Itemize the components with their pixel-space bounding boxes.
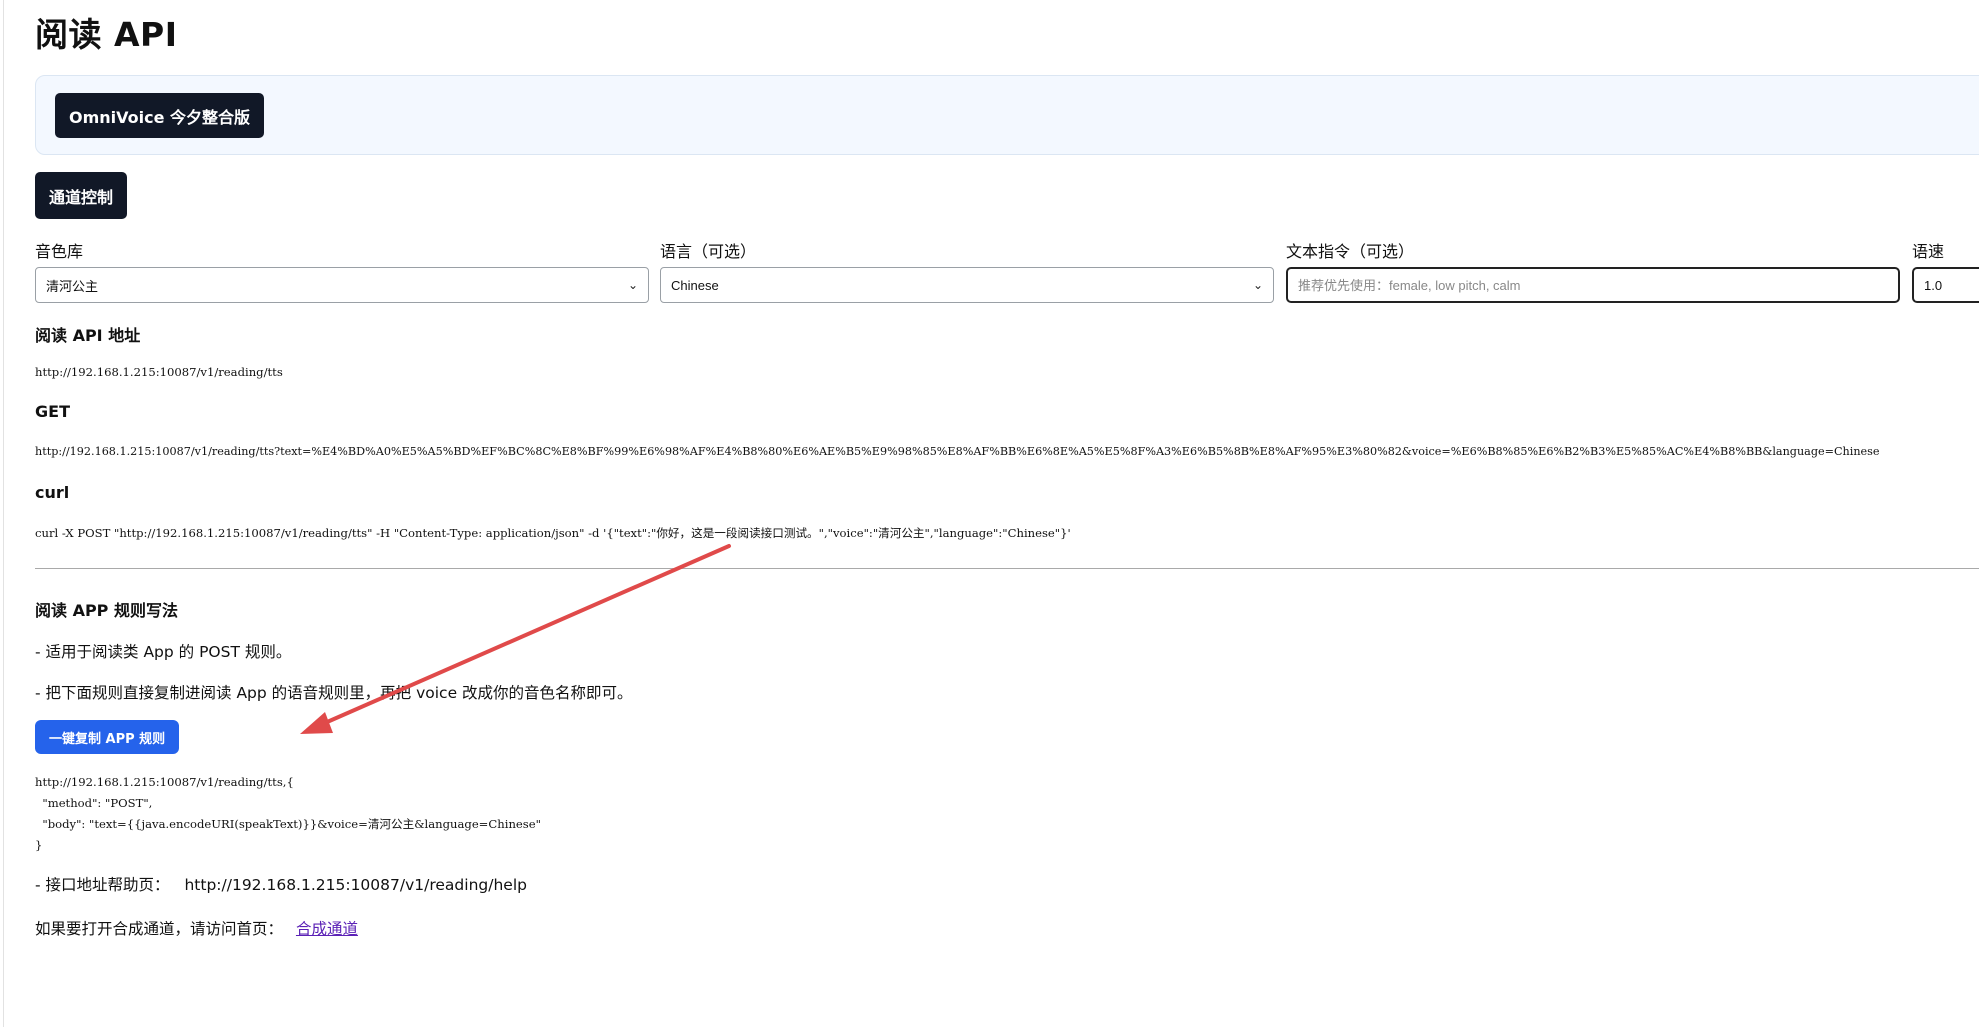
- instruction-label: 文本指令（可选）: [1286, 242, 1415, 261]
- brand-panel: OmniVoice 今夕整合版: [35, 75, 1979, 155]
- api-address-url: http://192.168.1.215:10087/v1/reading/tt…: [35, 365, 283, 379]
- instruction-input[interactable]: [1286, 267, 1900, 303]
- language-select[interactable]: Chinese ⌄: [660, 267, 1274, 303]
- page-title: 阅读 API: [35, 15, 178, 54]
- brand-button[interactable]: OmniVoice 今夕整合版: [55, 93, 265, 138]
- chevron-down-icon: ⌄: [627, 278, 638, 292]
- channel-control-button[interactable]: 通道控制: [35, 172, 128, 219]
- app-rules-line-2: - 把下面规则直接复制进阅读 App 的语音规则里，再把 voice 改成你的音…: [35, 684, 633, 702]
- rule-line: "method": "POST",: [35, 796, 153, 810]
- app-rules-line-1: - 适用于阅读类 App 的 POST 规则。: [35, 643, 292, 661]
- app-rules-heading: 阅读 APP 规则写法: [35, 601, 178, 620]
- language-label: 语言（可选）: [660, 242, 757, 261]
- arrow-head: [300, 712, 333, 734]
- footer-line: 如果要打开合成通道，请访问首页： 合成通道: [35, 917, 358, 939]
- help-page-label: - 接口地址帮助页：: [35, 876, 170, 894]
- rule-line: "body": "text={{java.encodeURI(speakText…: [35, 817, 541, 831]
- help-page-line: - 接口地址帮助页： http://192.168.1.215:10087/v1…: [35, 873, 527, 895]
- app-rule-code: http://192.168.1.215:10087/v1/reading/tt…: [35, 772, 541, 856]
- language-value: Chinese: [671, 277, 719, 293]
- get-heading: GET: [35, 402, 70, 421]
- rule-line: http://192.168.1.215:10087/v1/reading/tt…: [35, 775, 294, 789]
- chevron-down-icon: ⌄: [1252, 278, 1263, 292]
- voice-library-value: 清河公主: [46, 278, 99, 294]
- voice-library-label: 音色库: [35, 242, 84, 261]
- speed-input[interactable]: [1912, 267, 1979, 303]
- copy-app-rules-button[interactable]: 一键复制 APP 规则: [35, 720, 180, 754]
- api-address-heading: 阅读 API 地址: [35, 326, 141, 345]
- section-divider: [35, 568, 1979, 569]
- curl-heading: curl: [35, 483, 70, 502]
- speed-label: 语速: [1912, 242, 1945, 261]
- synthesis-channel-link[interactable]: 合成通道: [296, 920, 358, 938]
- get-url: http://192.168.1.215:10087/v1/reading/tt…: [35, 445, 1880, 458]
- footer-text: 如果要打开合成通道，请访问首页：: [35, 920, 284, 938]
- help-page-url: http://192.168.1.215:10087/v1/reading/he…: [184, 876, 527, 894]
- curl-command: curl -X POST "http://192.168.1.215:10087…: [35, 526, 1071, 540]
- rule-line: }: [35, 838, 43, 852]
- voice-library-select[interactable]: 清河公主 ⌄: [35, 267, 649, 303]
- page-left-border: [3, 0, 4, 1027]
